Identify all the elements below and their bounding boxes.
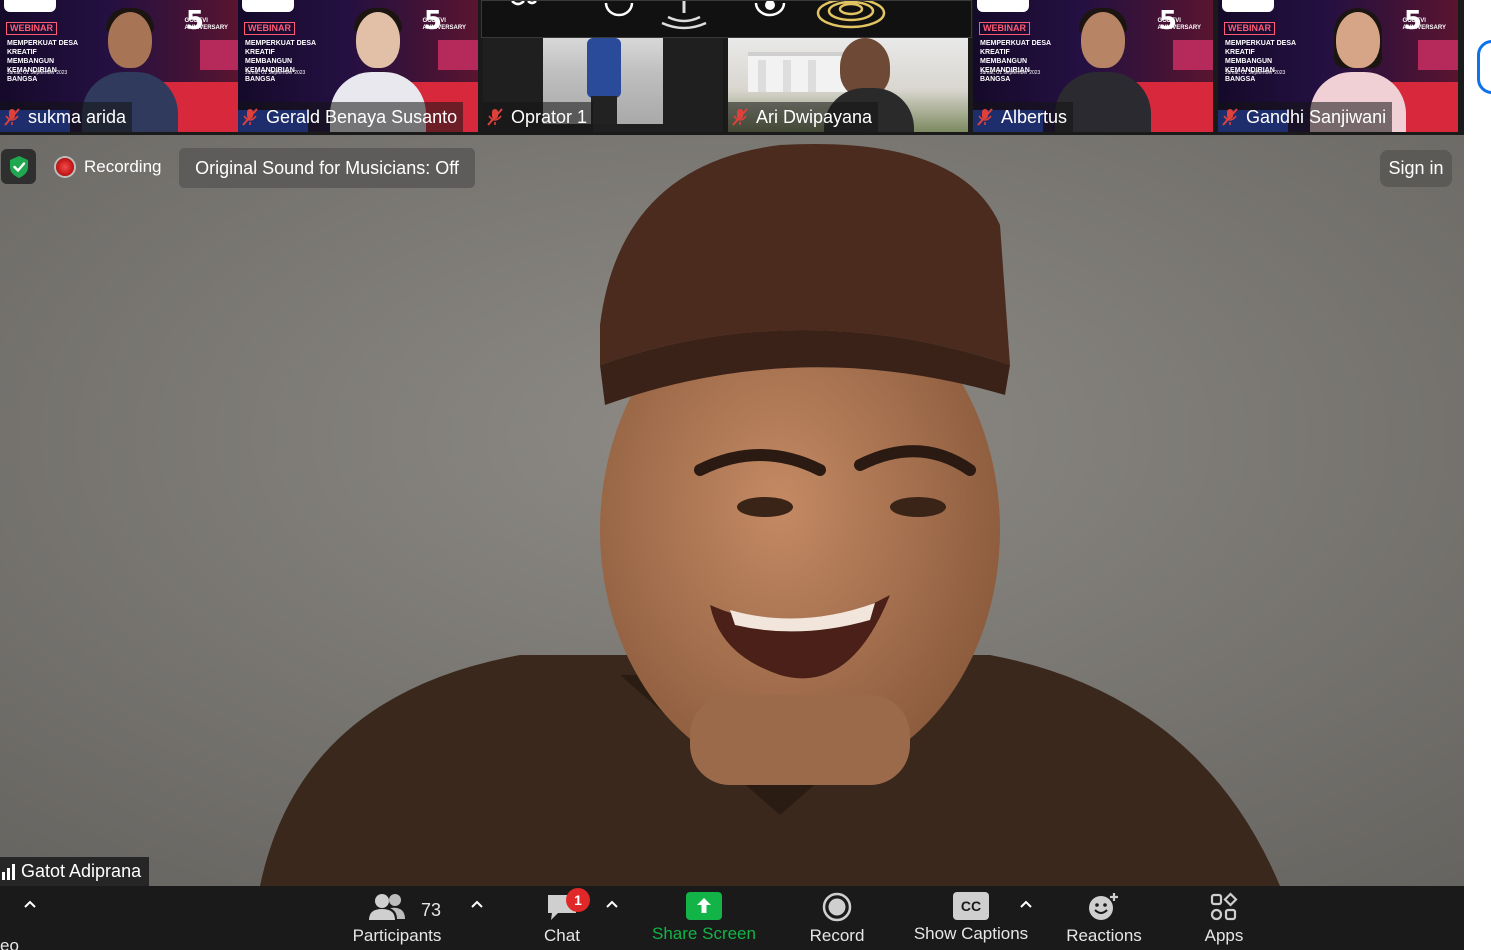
chevron-up-icon[interactable]	[470, 898, 484, 912]
right-edge-panel	[1464, 0, 1491, 950]
anniversary-text: GODEVI ANNIVERSARY	[184, 18, 228, 31]
participant-name: sukma arida	[28, 106, 127, 127]
webinar-tag: WEBINAR	[244, 22, 295, 35]
record-label: Record	[809, 926, 865, 945]
participant-name-tag: sukma arida	[0, 102, 133, 132]
sponsor-logos	[242, 0, 294, 12]
webinar-tag: WEBINAR	[6, 22, 57, 35]
chevron-up-icon[interactable]	[605, 898, 619, 912]
participant-name-tag: Albertus	[973, 102, 1074, 132]
captions-cc-icon: CC	[953, 892, 989, 920]
participant-name: Gandhi Sanjiwani	[1246, 106, 1387, 127]
active-speaker-video[interactable]	[0, 135, 1464, 886]
participants-icon	[369, 894, 405, 920]
participant-name: Albertus	[1001, 106, 1068, 127]
mic-muted-icon	[1222, 108, 1238, 126]
active-speaker-name-tag: Gatot Adiprana	[0, 857, 150, 886]
recording-indicator[interactable]: Recording	[46, 152, 172, 182]
sponsor-logos	[977, 0, 1029, 12]
apps-icon	[1210, 892, 1238, 921]
share-screen-button[interactable]: Share Screen	[650, 892, 758, 944]
webinar-date: Jumat, 01 September 2023	[245, 70, 306, 76]
reactions-button[interactable]: Reactions	[1062, 892, 1146, 946]
chat-label: Chat	[544, 926, 580, 945]
webinar-tag: WEBINAR	[979, 22, 1030, 35]
participant-name: Gerald Benaya Susanto	[266, 106, 458, 127]
chevron-up-icon[interactable]	[1019, 898, 1033, 912]
participants-label: Participants	[352, 926, 442, 945]
webinar-date: Jumat, 01 September 2023	[1225, 70, 1286, 76]
webinar-tag: WEBINAR	[1224, 22, 1275, 35]
active-speaker-name: Gatot Adiprana	[21, 861, 142, 881]
reactions-label: Reactions	[1066, 926, 1142, 945]
apps-button[interactable]: Apps	[1199, 892, 1249, 946]
record-button[interactable]: Record	[806, 892, 868, 946]
mic-muted-icon	[4, 108, 20, 126]
side-panel-toggle[interactable]	[1477, 40, 1491, 94]
participant-name-tag: Oprator 1	[483, 102, 594, 132]
participant-tile[interactable]: WEBINAR MEMPERKUAT DESA KREATIF MEMBANGU…	[1218, 0, 1458, 132]
anniversary-text: GODEVI ANNIVERSARY	[1157, 18, 1201, 31]
audio-signal-icon	[2, 863, 15, 880]
participant-name: Ari Dwipayana	[756, 106, 873, 127]
sponsor-logos	[1222, 0, 1274, 12]
record-icon	[822, 892, 852, 922]
chat-unread-badge: 1	[566, 888, 590, 912]
share-screen-label: Share Screen	[652, 924, 756, 943]
webinar-date: Jumat, 01 September 2023	[7, 70, 68, 76]
participants-count: 73	[421, 900, 442, 920]
meeting-toolbar: eo Participants 73 Chat 1 Share Screen R…	[0, 886, 1464, 950]
video-button-label[interactable]: eo	[0, 936, 19, 950]
circle-icon[interactable]	[604, 2, 634, 17]
anniversary-text: GODEVI ANNIVERSARY	[422, 18, 466, 31]
recording-label: Recording	[84, 157, 162, 176]
security-badge[interactable]	[1, 149, 36, 184]
participant-tile[interactable]: WEBINAR MEMPERKUAT DESA KREATIF MEMBANGU…	[238, 0, 478, 132]
webinar-title: MEMPERKUAT DESA KREATIF MEMBANGUN KEMAND…	[245, 40, 316, 83]
speaker-video-frame	[0, 135, 1464, 886]
mic-muted-icon	[732, 108, 748, 126]
zoom-meeting-window: WEBINAR MEMPERKUAT DESA KREATIF MEMBANGU…	[0, 0, 1491, 950]
apps-label: Apps	[1204, 926, 1244, 945]
captions-label: Show Captions	[913, 924, 1029, 943]
mic-muted-icon	[242, 108, 258, 126]
shield-check-icon	[9, 155, 28, 178]
participant-tile[interactable]: WEBINAR MEMPERKUAT DESA KREATIF MEMBANGU…	[0, 0, 240, 132]
recording-dot-icon	[56, 158, 74, 176]
chevron-up-icon[interactable]	[23, 898, 37, 912]
participant-name: Oprator 1	[511, 106, 588, 127]
webinar-date: Jumat, 01 September 2023	[980, 70, 1041, 76]
mic-muted-icon	[977, 108, 993, 126]
target-icon[interactable]	[754, 1, 786, 17]
concentric-icon[interactable]	[816, 1, 886, 29]
participant-name-tag: Gandhi Sanjiwani	[1218, 102, 1393, 132]
participant-strip: WEBINAR MEMPERKUAT DESA KREATIF MEMBANGU…	[0, 0, 1464, 135]
participant-name-tag: Gerald Benaya Susanto	[238, 102, 464, 132]
participant-name-tag: Ari Dwipayana	[728, 102, 879, 132]
anniversary-text: GODEVI ANNIVERSARY	[1402, 18, 1446, 31]
share-screen-icon	[686, 892, 722, 920]
original-sound-toggle[interactable]: Original Sound for Musicians: Off	[179, 148, 475, 188]
mic-muted-icon	[487, 108, 503, 126]
webinar-title: MEMPERKUAT DESA KREATIF MEMBANGUN KEMAND…	[1225, 40, 1296, 83]
sign-in-button[interactable]: Sign in	[1380, 150, 1452, 187]
participant-tile[interactable]: WEBINAR MEMPERKUAT DESA KREATIF MEMBANGU…	[973, 0, 1213, 132]
sponsor-logos	[4, 0, 56, 12]
show-captions-button[interactable]: CC Show Captions	[908, 892, 1034, 944]
floating-controls-panel[interactable]	[481, 0, 972, 38]
broadcast-icon[interactable]	[661, 1, 707, 30]
partial-icon	[511, 1, 537, 6]
reaction-smiley-icon	[1089, 893, 1118, 920]
